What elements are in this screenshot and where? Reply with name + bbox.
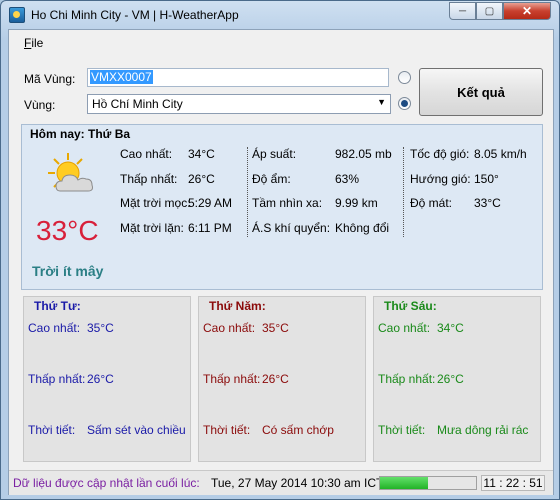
forecast-weather-value: Có sấm chớp [262,423,334,437]
forecast-high-label: Cao nhất: [28,321,81,335]
current-temperature: 33°C [36,215,99,246]
today-title: Hôm nay: Thứ Ba [30,127,131,141]
region-label: Vùng: [24,98,56,112]
forecast-low-value: 26°C [437,372,464,386]
sunrise-label: Mặt trời mọc: [120,196,191,210]
minimize-button[interactable]: ─ [449,2,476,20]
last-updated-time: Tue, 27 May 2014 10:30 am ICT [211,476,384,490]
sunset-label: Mặt trời lặn: [120,221,184,235]
wind-speed-label: Tốc độ gió: [410,147,470,161]
title-bar[interactable]: Ho Chi Minh City - VM | H-WeatherApp ─ ▢… [1,1,559,29]
low-label: Thấp nhất: [120,172,178,186]
pressure-trend-value: Không đổi [335,221,390,235]
forecast-high-label: Cao nhất: [203,321,256,335]
clock: 11 : 22 : 51 [481,475,545,491]
forecast-weather-value: Mưa dông rải rác [437,423,529,437]
close-button[interactable]: ✕ [503,2,551,20]
forecast-panel-thursday: Thứ Năm: Cao nhất: 35°C Thấp nhất: 26°C … [198,296,366,462]
sunset-value: 6:11 PM [188,221,232,235]
close-icon: ✕ [521,4,533,18]
app-icon [9,7,25,23]
visibility-value: 9.99 km [335,196,378,210]
forecast-low-label: Thấp nhất: [28,372,86,386]
humidity-value: 63% [335,172,360,186]
last-updated-label: Dữ liệu được cập nhật lần cuối lúc: [13,476,200,490]
forecast-weather-label: Thời tiết: [378,423,426,437]
app-window: Ho Chi Minh City - VM | H-WeatherApp ─ ▢… [0,0,560,500]
forecast-high-value: 35°C [262,321,289,335]
result-button[interactable]: Kết quả [419,68,543,116]
today-panel: Hôm nay: Thứ Ba 33°C Trời ít mây Cao nhấ… [21,124,543,290]
client-area: File Mã Vùng: VMXX0007 Vùng: Hồ Chí Minh… [8,29,554,495]
partly-cloudy-icon [48,153,93,192]
code-input-value: VMXX0007 [90,70,153,84]
forecast-low-value: 26°C [87,372,114,386]
wind-chill-value: 33°C [474,196,501,210]
maximize-icon: ▢ [484,5,495,17]
forecast-high-label: Cao nhất: [378,321,431,335]
progress-bar [379,476,477,490]
forecast-panel-friday: Thứ Sáu: Cao nhất: 34°C Thấp nhất: 26°C … [373,296,541,462]
forecast-day: Thứ Sáu: [384,299,437,313]
forecast-day: Thứ Năm: [209,299,266,313]
wind-speed-value: 8.05 km/h [474,147,527,161]
humidity-label: Độ ẩm: [252,172,291,186]
window-title: Ho Chi Minh City - VM | H-WeatherApp [31,8,239,22]
menu-file[interactable]: File [24,36,43,50]
forecast-low-value: 26°C [262,372,289,386]
forecast-high-value: 34°C [437,321,464,335]
low-value: 26°C [188,172,215,186]
forecast-high-value: 35°C [87,321,114,335]
region-select-value: Hồ Chí Minh City [92,97,183,111]
pressure-label: Áp suất: [252,147,297,161]
forecast-panel-wednesday: Thứ Tư: Cao nhất: 35°C Thấp nhất: 26°C T… [23,296,191,462]
progress-fill [380,477,428,489]
forecast-weather-value: Sấm sét vào chiều [87,423,186,437]
code-input[interactable]: VMXX0007 [87,68,389,87]
high-label: Cao nhất: [120,147,173,161]
pressure-trend-label: Á.S khí quyển: [252,221,331,235]
divider [403,147,404,237]
chevron-down-icon: ▼ [377,97,386,107]
forecast-day: Thứ Tư: [34,299,81,313]
status-bar: Dữ liệu được cập nhật lần cuối lúc: Tue,… [9,470,553,495]
menu-file-label: ile [31,36,44,50]
menu-bar: File [9,30,553,52]
pressure-value: 982.05 mb [335,147,392,161]
visibility-label: Tầm nhìn xa: [252,196,323,210]
divider [247,147,248,237]
region-select[interactable]: Hồ Chí Minh City ▼ [87,94,391,114]
forecast-low-label: Thấp nhất: [378,372,436,386]
code-label: Mã Vùng: [24,72,76,86]
forecast-weather-label: Thời tiết: [28,423,76,437]
wind-direction-value: 150° [474,172,499,186]
region-radio[interactable] [398,97,411,110]
current-condition: Trời ít mây [32,263,104,279]
maximize-button[interactable]: ▢ [476,2,503,20]
sunrise-value: 5:29 AM [188,196,233,210]
forecast-weather-label: Thời tiết: [203,423,251,437]
forecast-low-label: Thấp nhất: [203,372,261,386]
code-radio[interactable] [398,71,411,84]
high-value: 34°C [188,147,215,161]
wind-direction-label: Hướng gió: [410,172,471,186]
wind-chill-label: Độ mát: [410,196,453,210]
minimize-icon: ─ [458,5,467,17]
